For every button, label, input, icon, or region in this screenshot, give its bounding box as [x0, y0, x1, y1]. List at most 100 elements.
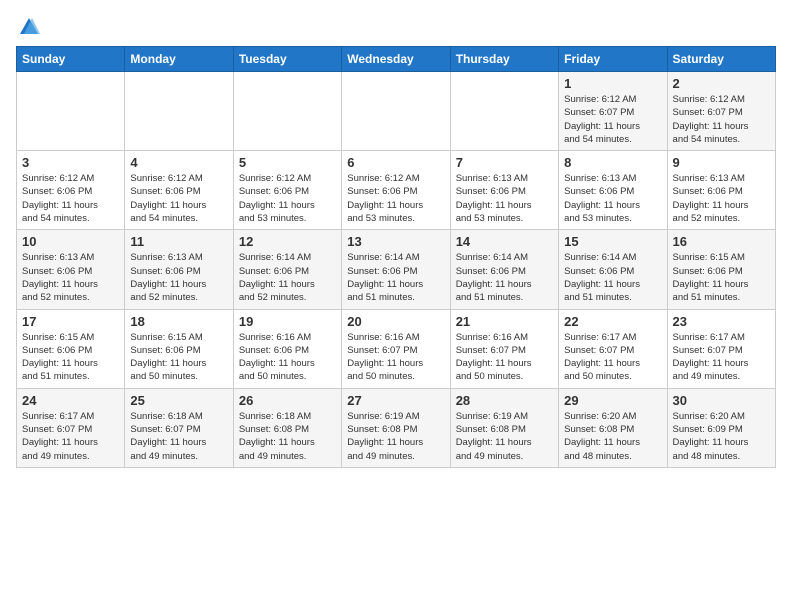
- logo: [16, 16, 40, 38]
- day-info: Sunrise: 6:12 AMSunset: 6:06 PMDaylight:…: [130, 172, 227, 225]
- calendar-cell: 30 Sunrise: 6:20 AMSunset: 6:09 PMDayligh…: [667, 388, 775, 467]
- day-info: Sunrise: 6:16 AMSunset: 6:07 PMDaylight:…: [347, 331, 444, 384]
- day-info: Sunrise: 6:12 AMSunset: 6:06 PMDaylight:…: [239, 172, 336, 225]
- day-info: Sunrise: 6:14 AMSunset: 6:06 PMDaylight:…: [347, 251, 444, 304]
- calendar-cell: 26 Sunrise: 6:18 AMSunset: 6:08 PMDayligh…: [233, 388, 341, 467]
- day-number: 12: [239, 234, 336, 249]
- day-number: 17: [22, 314, 119, 329]
- day-number: 23: [673, 314, 770, 329]
- day-info: Sunrise: 6:20 AMSunset: 6:08 PMDaylight:…: [564, 410, 661, 463]
- calendar-cell: 18 Sunrise: 6:15 AMSunset: 6:06 PMDayligh…: [125, 309, 233, 388]
- calendar-cell: 3Sunrise: 6:12 AMSunset: 6:06 PMDaylight…: [17, 151, 125, 230]
- day-number: 16: [673, 234, 770, 249]
- calendar-cell: 6 Sunrise: 6:12 AMSunset: 6:06 PMDaylight…: [342, 151, 450, 230]
- calendar-cell: 22 Sunrise: 6:17 AMSunset: 6:07 PMDayligh…: [559, 309, 667, 388]
- day-number: 1: [564, 76, 661, 91]
- calendar-cell: [125, 72, 233, 151]
- week-row-4: 17 Sunrise: 6:15 AMSunset: 6:06 PMDayligh…: [17, 309, 776, 388]
- calendar-cell: 8Sunrise: 6:13 AMSunset: 6:06 PMDaylight…: [559, 151, 667, 230]
- calendar-cell: 4 Sunrise: 6:12 AMSunset: 6:06 PMDaylight…: [125, 151, 233, 230]
- day-number: 10: [22, 234, 119, 249]
- week-row-3: 10 Sunrise: 6:13 AMSunset: 6:06 PMDayligh…: [17, 230, 776, 309]
- calendar-cell: 14Sunrise: 6:14 AMSunset: 6:06 PMDayligh…: [450, 230, 558, 309]
- day-info: Sunrise: 6:18 AMSunset: 6:08 PMDaylight:…: [239, 410, 336, 463]
- weekday-header-sunday: Sunday: [17, 47, 125, 72]
- day-info: Sunrise: 6:15 AMSunset: 6:06 PMDaylight:…: [22, 331, 119, 384]
- day-number: 4: [130, 155, 227, 170]
- day-info: Sunrise: 6:14 AMSunset: 6:06 PMDaylight:…: [456, 251, 553, 304]
- weekday-header-saturday: Saturday: [667, 47, 775, 72]
- day-number: 22: [564, 314, 661, 329]
- weekday-header-monday: Monday: [125, 47, 233, 72]
- day-info: Sunrise: 6:13 AMSunset: 6:06 PMDaylight:…: [673, 172, 770, 225]
- day-number: 11: [130, 234, 227, 249]
- calendar-cell: 21 Sunrise: 6:16 AMSunset: 6:07 PMDayligh…: [450, 309, 558, 388]
- day-number: 15: [564, 234, 661, 249]
- calendar-cell: 20 Sunrise: 6:16 AMSunset: 6:07 PMDayligh…: [342, 309, 450, 388]
- calendar-cell: 16Sunrise: 6:15 AMSunset: 6:06 PMDayligh…: [667, 230, 775, 309]
- day-info: Sunrise: 6:17 AMSunset: 6:07 PMDaylight:…: [564, 331, 661, 384]
- calendar-cell: 10 Sunrise: 6:13 AMSunset: 6:06 PMDayligh…: [17, 230, 125, 309]
- weekday-header-tuesday: Tuesday: [233, 47, 341, 72]
- calendar-cell: 29 Sunrise: 6:20 AMSunset: 6:08 PMDayligh…: [559, 388, 667, 467]
- day-info: Sunrise: 6:12 AMSunset: 6:07 PMDaylight:…: [673, 93, 770, 146]
- day-info: Sunrise: 6:13 AMSunset: 6:06 PMDaylight:…: [22, 251, 119, 304]
- day-info: Sunrise: 6:19 AMSunset: 6:08 PMDaylight:…: [347, 410, 444, 463]
- calendar-cell: 1 Sunrise: 6:12 AMSunset: 6:07 PMDaylight…: [559, 72, 667, 151]
- day-number: 2: [673, 76, 770, 91]
- week-row-5: 24 Sunrise: 6:17 AMSunset: 6:07 PMDayligh…: [17, 388, 776, 467]
- day-number: 9: [673, 155, 770, 170]
- day-info: Sunrise: 6:19 AMSunset: 6:08 PMDaylight:…: [456, 410, 553, 463]
- day-info: Sunrise: 6:15 AMSunset: 6:06 PMDaylight:…: [130, 331, 227, 384]
- calendar-cell: 28 Sunrise: 6:19 AMSunset: 6:08 PMDayligh…: [450, 388, 558, 467]
- day-number: 5: [239, 155, 336, 170]
- header: [16, 16, 776, 38]
- day-info: Sunrise: 6:17 AMSunset: 6:07 PMDaylight:…: [673, 331, 770, 384]
- calendar-table: SundayMondayTuesdayWednesdayThursdayFrid…: [16, 46, 776, 468]
- calendar-cell: 15 Sunrise: 6:14 AMSunset: 6:06 PMDayligh…: [559, 230, 667, 309]
- calendar-cell: [450, 72, 558, 151]
- day-number: 27: [347, 393, 444, 408]
- day-info: Sunrise: 6:16 AMSunset: 6:07 PMDaylight:…: [456, 331, 553, 384]
- calendar-cell: 2 Sunrise: 6:12 AMSunset: 6:07 PMDaylight…: [667, 72, 775, 151]
- day-info: Sunrise: 6:20 AMSunset: 6:09 PMDaylight:…: [673, 410, 770, 463]
- day-number: 20: [347, 314, 444, 329]
- day-info: Sunrise: 6:14 AMSunset: 6:06 PMDaylight:…: [239, 251, 336, 304]
- week-row-2: 3 Sunrise: 6:12 AMSunset: 6:06 PMDaylight…: [17, 151, 776, 230]
- day-number: 13: [347, 234, 444, 249]
- calendar-cell: 19Sunrise: 6:16 AMSunset: 6:06 PMDayligh…: [233, 309, 341, 388]
- calendar-cell: 17 Sunrise: 6:15 AMSunset: 6:06 PMDayligh…: [17, 309, 125, 388]
- day-number: 29: [564, 393, 661, 408]
- calendar-cell: 7Sunrise: 6:13 AMSunset: 6:06 PMDaylight…: [450, 151, 558, 230]
- weekday-header-friday: Friday: [559, 47, 667, 72]
- day-number: 26: [239, 393, 336, 408]
- calendar-cell: 24 Sunrise: 6:17 AMSunset: 6:07 PMDayligh…: [17, 388, 125, 467]
- day-number: 3: [22, 155, 119, 170]
- calendar-cell: 25Sunrise: 6:18 AMSunset: 6:07 PMDayligh…: [125, 388, 233, 467]
- calendar-cell: [233, 72, 341, 151]
- calendar-cell: 12 Sunrise: 6:14 AMSunset: 6:06 PMDayligh…: [233, 230, 341, 309]
- day-number: 21: [456, 314, 553, 329]
- day-number: 30: [673, 393, 770, 408]
- day-info: Sunrise: 6:12 AMSunset: 6:06 PMDaylight:…: [347, 172, 444, 225]
- day-info: Sunrise: 6:16 AMSunset: 6:06 PMDaylight:…: [239, 331, 336, 384]
- weekday-header-thursday: Thursday: [450, 47, 558, 72]
- day-number: 6: [347, 155, 444, 170]
- calendar-cell: [17, 72, 125, 151]
- day-info: Sunrise: 6:14 AMSunset: 6:06 PMDaylight:…: [564, 251, 661, 304]
- weekday-header-wednesday: Wednesday: [342, 47, 450, 72]
- calendar-cell: 13 Sunrise: 6:14 AMSunset: 6:06 PMDayligh…: [342, 230, 450, 309]
- day-number: 18: [130, 314, 227, 329]
- calendar-cell: 27 Sunrise: 6:19 AMSunset: 6:08 PMDayligh…: [342, 388, 450, 467]
- day-info: Sunrise: 6:13 AMSunset: 6:06 PMDaylight:…: [564, 172, 661, 225]
- calendar-cell: 11 Sunrise: 6:13 AMSunset: 6:06 PMDayligh…: [125, 230, 233, 309]
- day-number: 28: [456, 393, 553, 408]
- page: SundayMondayTuesdayWednesdayThursdayFrid…: [0, 0, 792, 478]
- day-info: Sunrise: 6:13 AMSunset: 6:06 PMDaylight:…: [130, 251, 227, 304]
- calendar-cell: [342, 72, 450, 151]
- calendar-cell: 23 Sunrise: 6:17 AMSunset: 6:07 PMDayligh…: [667, 309, 775, 388]
- day-number: 7: [456, 155, 553, 170]
- day-info: Sunrise: 6:12 AMSunset: 6:07 PMDaylight:…: [564, 93, 661, 146]
- day-number: 24: [22, 393, 119, 408]
- day-info: Sunrise: 6:17 AMSunset: 6:07 PMDaylight:…: [22, 410, 119, 463]
